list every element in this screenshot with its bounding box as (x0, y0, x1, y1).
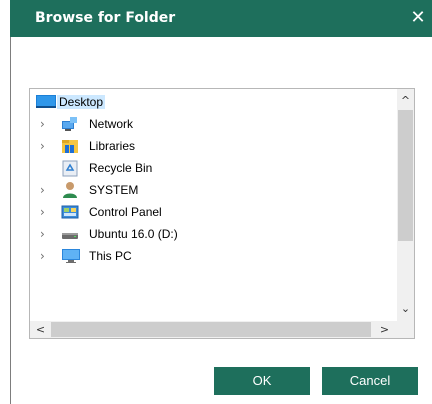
dialog-title: Browse for Folder (35, 10, 176, 26)
chevron-right-icon[interactable]: › (40, 205, 50, 219)
computer-icon (61, 247, 80, 265)
desktop-icon (36, 93, 56, 111)
ok-button[interactable]: OK (214, 367, 310, 395)
tree-item-label: SYSTEM (89, 183, 139, 197)
scroll-left-button[interactable]: < (32, 321, 49, 338)
cancel-button[interactable]: Cancel (322, 367, 418, 395)
control-panel-icon (61, 203, 79, 221)
chevron-right-icon[interactable]: › (40, 117, 50, 131)
dialog-border (10, 37, 11, 404)
folder-tree[interactable]: Desktop › Network › Libraries Recycle Bi… (29, 88, 415, 339)
tree-item-recycle-bin[interactable]: Recycle Bin (30, 157, 397, 179)
chevron-right-icon[interactable]: › (40, 227, 50, 241)
tree-item-label: Ubuntu 16.0 (D:) (89, 227, 178, 241)
close-button[interactable]: ✕ (407, 7, 429, 29)
chevron-right-icon[interactable]: › (40, 183, 50, 197)
tree-item-label: Control Panel (89, 205, 162, 219)
tree-item-label: Libraries (89, 139, 136, 153)
vertical-scrollbar[interactable]: ^ ⌄ (397, 89, 414, 321)
libraries-icon (61, 137, 79, 155)
vertical-scroll-thumb[interactable] (398, 110, 413, 241)
tree-item-libraries[interactable]: › Libraries (30, 135, 397, 157)
tree-item-this-pc[interactable]: › This PC (30, 245, 397, 267)
title-bar[interactable]: Browse for Folder ✕ (10, 0, 432, 37)
folder-tree-list: Desktop › Network › Libraries Recycle Bi… (30, 89, 397, 321)
scroll-down-button[interactable]: ⌄ (397, 300, 414, 317)
scrollbar-corner (397, 321, 414, 338)
tree-item-control-panel[interactable]: › Control Panel (30, 201, 397, 223)
tree-item-label: Recycle Bin (89, 161, 153, 175)
horizontal-scrollbar[interactable]: < > (30, 321, 397, 338)
drive-icon (61, 225, 79, 243)
recycle-bin-icon (61, 159, 79, 177)
chevron-right-icon[interactable]: › (40, 249, 50, 263)
scroll-up-button[interactable]: ^ (397, 92, 414, 109)
tree-item-ubuntu-drive[interactable]: › Ubuntu 16.0 (D:) (30, 223, 397, 245)
network-icon (61, 115, 79, 133)
chevron-right-icon[interactable]: › (40, 139, 50, 153)
horizontal-scroll-thumb[interactable] (51, 322, 371, 337)
tree-item-label: This PC (89, 249, 132, 263)
tree-item-label: Network (89, 117, 134, 131)
tree-item-desktop[interactable]: Desktop (30, 91, 397, 113)
tree-item-system[interactable]: › SYSTEM (30, 179, 397, 201)
scroll-right-button[interactable]: > (376, 321, 393, 338)
user-icon (61, 181, 79, 199)
tree-item-network[interactable]: › Network (30, 113, 397, 135)
tree-item-label: Desktop (57, 95, 106, 109)
browse-for-folder-dialog: Browse for Folder ✕ Desktop › Network › … (0, 0, 432, 404)
